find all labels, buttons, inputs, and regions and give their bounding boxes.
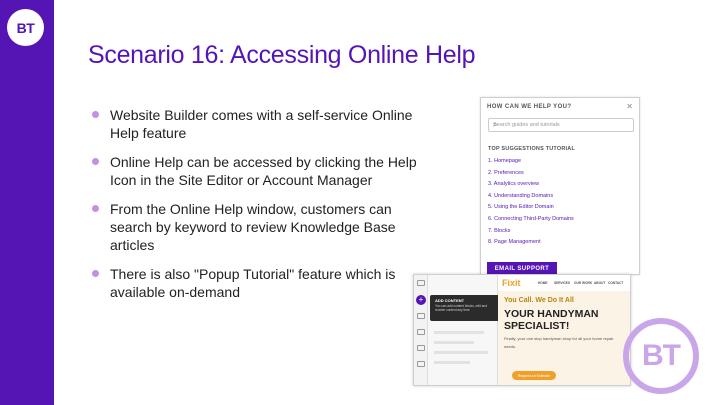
panel-line [434, 351, 488, 354]
pages-icon[interactable] [417, 280, 425, 286]
panel-line [434, 361, 470, 364]
settings-icon[interactable] [417, 329, 425, 335]
tooltip-text: You can add content blocks, edit and reo… [435, 304, 487, 312]
bullet-text: Website Builder comes with a self-servic… [110, 107, 413, 141]
site-nav-item[interactable]: CONTACT [608, 281, 623, 285]
site-nav-item[interactable]: ABOUT [594, 281, 605, 285]
bullet-text: From the Online Help window, customers c… [110, 201, 396, 253]
help-suggestions-list: 1. Homepage 2. Preferences 3. Analytics … [488, 156, 574, 249]
bullet-text: Online Help can be accessed by clicking … [110, 154, 417, 188]
site-nav: Fixit HOME SERVICES OUR WORK ABOUT CONTA… [498, 275, 630, 291]
design-icon[interactable] [417, 313, 425, 319]
site-body-text: Finally, your one stop handyman shop for… [504, 336, 614, 349]
bullet-item: There is also "Popup Tutorial" feature w… [92, 265, 432, 301]
help-suggestion-link[interactable]: 3. Analytics overview [488, 179, 574, 191]
bullet-dot-icon [92, 270, 99, 277]
help-suggestion-link[interactable]: 7. Blocks [488, 226, 574, 238]
bullet-dot-icon [92, 158, 99, 165]
help-suggestions-heading: TOP SUGGESTIONS TUTORIAL [488, 146, 576, 152]
online-help-panel-screenshot: HOW CAN WE HELP YOU? ✕ Search guides and… [480, 97, 640, 275]
help-suggestion-link[interactable]: 8. Page Management [488, 237, 574, 249]
bt-logo: BT [7, 9, 44, 46]
help-panel-heading: HOW CAN WE HELP YOU? [487, 104, 572, 110]
publish-icon[interactable] [417, 361, 425, 367]
site-nav-item[interactable]: HOME [538, 281, 548, 285]
help-suggestion-link[interactable]: 4. Understanding Domains [488, 191, 574, 203]
website-preview: Fixit HOME SERVICES OUR WORK ABOUT CONTA… [498, 275, 630, 385]
help-icon[interactable] [417, 345, 425, 351]
help-suggestion-link[interactable]: 5. Using the Editor Domain [488, 202, 574, 214]
help-search-input[interactable]: Search guides and tutorials ⌕ [488, 118, 634, 132]
help-suggestion-link[interactable]: 1. Homepage [488, 156, 574, 168]
editor-panel [428, 275, 498, 385]
site-tagline: You Call. We Do It All [504, 297, 574, 304]
bullet-text: There is also "Popup Tutorial" feature w… [110, 266, 396, 300]
site-logo: Fixit [502, 278, 521, 288]
bullet-item: Online Help can be accessed by clicking … [92, 153, 432, 189]
bullet-list: Website Builder comes with a self-servic… [92, 106, 432, 312]
slide-title: Scenario 16: Accessing Online Help [88, 41, 476, 69]
site-editor-screenshot: + ADD CONTENT You can add content blocks… [413, 274, 631, 386]
help-suggestion-link[interactable]: 2. Preferences [488, 168, 574, 180]
close-icon[interactable]: ✕ [626, 102, 633, 111]
panel-line [434, 341, 474, 344]
search-icon[interactable]: ⌕ [493, 120, 630, 130]
bullet-dot-icon [92, 205, 99, 212]
add-content-icon[interactable]: + [416, 295, 426, 305]
bullet-item: From the Online Help window, customers c… [92, 200, 432, 254]
site-headline: YOUR HANDYMAN SPECIALIST! [504, 308, 599, 332]
tooltip-title: ADD CONTENT [435, 298, 465, 303]
help-suggestion-link[interactable]: 6. Connecting Third-Party Domains [488, 214, 574, 226]
bullet-item: Website Builder comes with a self-servic… [92, 106, 432, 142]
bt-watermark-logo: BT [623, 318, 699, 394]
estimate-button[interactable]: Request an Estimate [512, 371, 556, 380]
editor-toolbar: + [414, 275, 428, 385]
brand-sidebar: BT [0, 0, 54, 405]
site-nav-item[interactable]: OUR WORK [574, 281, 592, 285]
site-nav-item[interactable]: SERVICES [554, 281, 570, 285]
bullet-dot-icon [92, 111, 99, 118]
panel-line [434, 331, 484, 334]
